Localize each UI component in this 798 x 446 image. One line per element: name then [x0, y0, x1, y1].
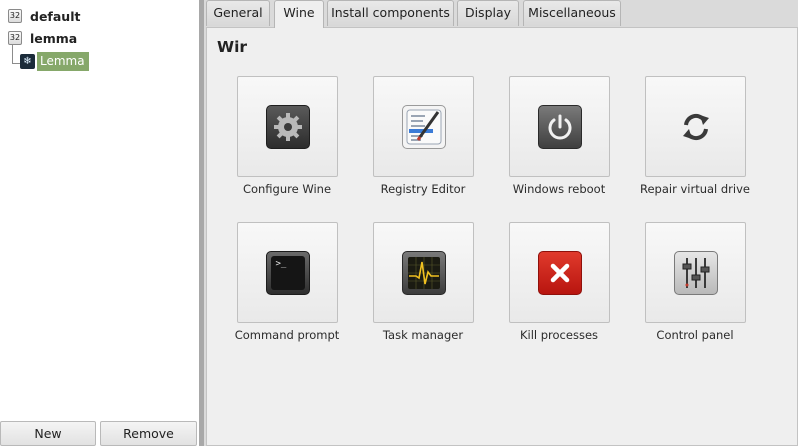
tool-label: Kill processes — [519, 328, 599, 342]
control-panel-button[interactable] — [645, 222, 746, 323]
close-icon — [537, 250, 582, 295]
new-button[interactable]: New — [0, 421, 96, 446]
tool-label: Configure Wine — [242, 182, 332, 196]
tool-label: Command prompt — [234, 328, 340, 342]
configure-wine-button[interactable] — [237, 76, 338, 177]
task-manager-icon — [401, 250, 446, 295]
tree-item-label: default — [30, 8, 81, 24]
tab-display[interactable]: Display — [457, 0, 519, 26]
kill-processes-button[interactable] — [509, 222, 610, 323]
tree-connector — [12, 63, 20, 64]
32bit-badge-icon: 32 — [8, 9, 22, 23]
tab-install-components[interactable]: Install components — [327, 0, 454, 26]
panel-title: Wir — [217, 38, 247, 56]
refresh-icon — [674, 105, 718, 149]
windows-reboot-button[interactable] — [509, 76, 610, 177]
32bit-badge-icon: 32 — [8, 31, 22, 45]
sliders-icon — [673, 250, 718, 295]
tree-item-label: lemma — [30, 30, 78, 46]
app-icon: ❄ — [20, 54, 35, 69]
tool-label: Control panel — [656, 328, 734, 342]
tree-item-lemma-app[interactable]: ❄ Lemma — [20, 52, 89, 71]
tree-connector — [12, 44, 13, 64]
tool-label: Windows reboot — [512, 182, 606, 196]
tree-item-label: Lemma — [37, 52, 89, 71]
remove-button[interactable]: Remove — [100, 421, 197, 446]
tab-miscellaneous[interactable]: Miscellaneous — [523, 0, 621, 26]
power-icon — [537, 104, 582, 149]
settings-pane: General Wine Install components Display … — [204, 0, 798, 446]
repair-virtual-drive-button[interactable] — [645, 76, 746, 177]
prefix-sidebar: 32 default 32 lemma ❄ Lemma New Remove — [0, 0, 200, 446]
tool-label: Repair virtual drive — [639, 182, 750, 196]
registry-editor-button[interactable] — [373, 76, 474, 177]
tool-label: Registry Editor — [380, 182, 466, 196]
tab-wine[interactable]: Wine — [274, 0, 324, 28]
tool-label: Task manager — [382, 328, 464, 342]
wine-panel: Wir Configure Wine Registry Editor Windo… — [206, 27, 798, 446]
command-prompt-button[interactable]: >_ — [237, 222, 338, 323]
tab-general[interactable]: General — [206, 0, 270, 26]
terminal-icon: >_ — [265, 250, 310, 295]
gear-icon — [265, 104, 310, 149]
registry-editor-icon — [401, 104, 446, 149]
task-manager-button[interactable] — [373, 222, 474, 323]
tree-item-default[interactable]: 32 default — [8, 6, 80, 26]
tree-item-lemma[interactable]: 32 lemma — [8, 28, 77, 48]
